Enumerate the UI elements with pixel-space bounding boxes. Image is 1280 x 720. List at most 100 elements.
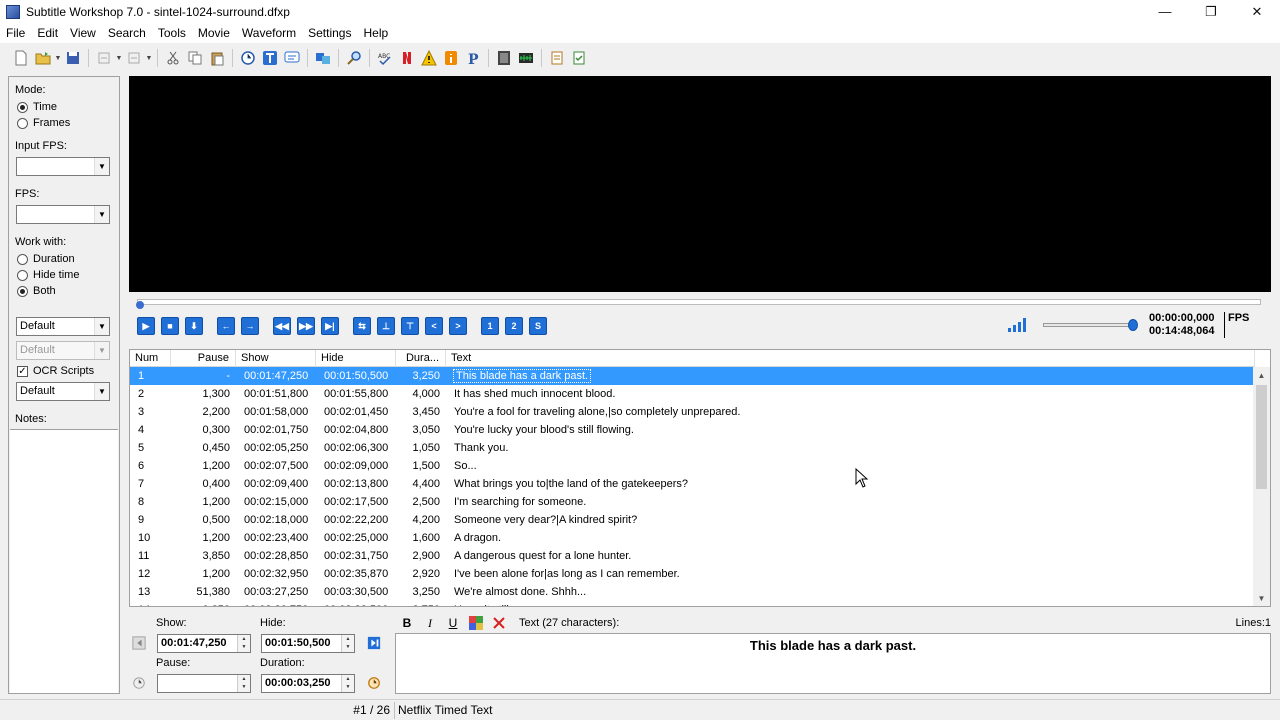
restore-button[interactable]: ❐: [1188, 0, 1234, 23]
minimize-button[interactable]: —: [1142, 0, 1188, 23]
menu-settings[interactable]: Settings: [302, 23, 357, 43]
save-icon[interactable]: [62, 47, 84, 69]
back-icon[interactable]: ←: [217, 317, 235, 335]
volume-slider-thumb[interactable]: [1128, 319, 1138, 331]
shift-left-icon[interactable]: <: [425, 317, 443, 335]
table-row[interactable]: 13 51,380 00:03:27,250 00:03:30,500 3,250 We'…: [130, 583, 1255, 601]
subtitle-icon[interactable]: [281, 47, 303, 69]
menu-waveform[interactable]: Waveform: [236, 23, 302, 43]
view-2-icon[interactable]: 2: [505, 317, 523, 335]
table-row[interactable]: 6 1,200 00:02:07,500 00:02:09,000 1,500 So...: [130, 457, 1255, 475]
info-icon[interactable]: [440, 47, 462, 69]
column-duration[interactable]: Dura...: [396, 350, 446, 367]
paste-icon[interactable]: [206, 47, 228, 69]
ocr-scripts-checkbox[interactable]: ✓ OCR Scripts: [17, 365, 94, 377]
redo-icon[interactable]: [123, 47, 145, 69]
open-dropdown-icon[interactable]: ▼: [54, 47, 62, 69]
table-row[interactable]: 2 1,300 00:01:51,800 00:01:55,800 4,000 It ha…: [130, 385, 1255, 403]
checklist-icon[interactable]: [568, 47, 590, 69]
find-icon[interactable]: [343, 47, 365, 69]
table-row[interactable]: 7 0,400 00:02:09,400 00:02:13,800 4,400 What …: [130, 475, 1255, 493]
set-end-icon[interactable]: ⊤: [401, 317, 419, 335]
table-row[interactable]: 140,25000:03:30,75000:03:33,5002,750Hey,…: [130, 601, 1255, 606]
show-time-spinner[interactable]: ▲ ▼: [237, 635, 250, 652]
menu-view[interactable]: View: [64, 23, 102, 43]
duration-spinner[interactable]: ▲ ▼: [341, 675, 354, 692]
clock-icon[interactable]: [237, 47, 259, 69]
undo-dropdown-icon[interactable]: ▼: [115, 47, 123, 69]
translate-icon[interactable]: [312, 47, 334, 69]
italic-button[interactable]: I: [420, 614, 440, 632]
table-row[interactable]: 1 - 00:01:47,250 00:01:50,500 3,250 This blad…: [130, 367, 1255, 385]
pause-clock-icon[interactable]: [131, 675, 147, 691]
timeline-seekbar[interactable]: [136, 299, 1261, 309]
undo-icon[interactable]: [93, 47, 115, 69]
pascal-script-icon[interactable]: P: [462, 47, 484, 69]
vertical-scrollbar[interactable]: ▲ ▼: [1253, 367, 1270, 606]
mode-time-radio[interactable]: Time: [17, 101, 57, 113]
pause-input[interactable]: ▲ ▼: [157, 674, 251, 693]
rewind-icon[interactable]: ◀◀: [273, 317, 291, 335]
column-show[interactable]: Show: [236, 350, 316, 367]
redo-dropdown-icon[interactable]: ▼: [145, 47, 153, 69]
style-select[interactable]: Default ▼: [16, 317, 110, 336]
menu-file[interactable]: File: [0, 23, 31, 43]
view-s-icon[interactable]: S: [529, 317, 547, 335]
fps-select[interactable]: ▼: [16, 205, 110, 224]
volume-icon[interactable]: [1008, 318, 1030, 332]
duration-input[interactable]: 00:00:03,250 ▲ ▼: [261, 674, 355, 693]
next-subtitle-icon[interactable]: ▶|: [321, 317, 339, 335]
open-folder-icon[interactable]: [32, 47, 54, 69]
column-text[interactable]: Text: [446, 350, 1255, 367]
cut-icon[interactable]: [162, 47, 184, 69]
stop-icon[interactable]: ■: [161, 317, 179, 335]
scroll-down-icon[interactable]: ▼: [1253, 590, 1270, 606]
volume-slider[interactable]: [1043, 319, 1138, 331]
waveform-icon[interactable]: [515, 47, 537, 69]
work-with-both-radio[interactable]: Both: [17, 285, 56, 297]
table-row[interactable]: 9 0,500 00:02:18,000 00:02:22,200 4,200 Someo…: [130, 511, 1255, 529]
remove-formatting-icon[interactable]: [489, 614, 509, 632]
table-row[interactable]: 11 3,850 00:02:28,850 00:02:31,750 2,900 A da…: [130, 547, 1255, 565]
menu-help[interactable]: Help: [357, 23, 394, 43]
menu-tools[interactable]: Tools: [152, 23, 192, 43]
copy-icon[interactable]: [184, 47, 206, 69]
work-with-duration-radio[interactable]: Duration: [17, 253, 75, 265]
warning-icon[interactable]: [418, 47, 440, 69]
underline-button[interactable]: U: [443, 614, 463, 632]
loop-icon[interactable]: ⇆: [353, 317, 371, 335]
hide-time-spinner[interactable]: ▲ ▼: [341, 635, 354, 652]
notes-textarea[interactable]: [10, 429, 118, 693]
mode-frames-radio[interactable]: Frames: [17, 117, 70, 129]
shift-right-icon[interactable]: >: [449, 317, 467, 335]
table-row[interactable]: 3 2,200 00:01:58,000 00:02:01,450 3,450 You'r…: [130, 403, 1255, 421]
input-fps-select[interactable]: ▼: [16, 157, 110, 176]
text-icon[interactable]: [259, 47, 281, 69]
netflix-icon[interactable]: [396, 47, 418, 69]
video-preview[interactable]: [129, 76, 1271, 292]
new-file-icon[interactable]: [10, 47, 32, 69]
work-with-hide-time-radio[interactable]: Hide time: [17, 269, 79, 281]
fast-forward-icon[interactable]: ▶▶: [297, 317, 315, 335]
menu-movie[interactable]: Movie: [192, 23, 236, 43]
duration-clock-icon[interactable]: [366, 675, 382, 691]
scroll-up-icon[interactable]: ▲: [1253, 367, 1270, 384]
forward-icon[interactable]: →: [241, 317, 259, 335]
menu-edit[interactable]: Edit: [31, 23, 64, 43]
subtitle-text-editor[interactable]: This blade has a dark past.: [395, 633, 1271, 694]
table-row[interactable]: 10 1,200 00:02:23,400 00:02:25,000 1,600 A dr…: [130, 529, 1255, 547]
set-start-icon[interactable]: ⊥: [377, 317, 395, 335]
menu-search[interactable]: Search: [102, 23, 152, 43]
table-row[interactable]: 5 0,450 00:02:05,250 00:02:06,300 1,050 Thank…: [130, 439, 1255, 457]
spellcheck-icon[interactable]: ABC: [374, 47, 396, 69]
column-num[interactable]: Num: [130, 350, 171, 367]
step-down-icon[interactable]: ⬇: [185, 317, 203, 335]
seek-handle[interactable]: [136, 301, 144, 309]
scroll-thumb[interactable]: [1256, 385, 1267, 489]
mark-icon[interactable]: [546, 47, 568, 69]
table-row[interactable]: 8 1,200 00:02:15,000 00:02:17,500 2,500 I'm s…: [130, 493, 1255, 511]
table-row[interactable]: 4 0,300 00:02:01,750 00:02:04,800 3,050 You'r…: [130, 421, 1255, 439]
table-row[interactable]: 12 1,200 00:02:32,950 00:02:35,870 2,920 I've…: [130, 565, 1255, 583]
hide-time-input[interactable]: 00:01:50,500 ▲ ▼: [261, 634, 355, 653]
column-hide[interactable]: Hide: [316, 350, 396, 367]
